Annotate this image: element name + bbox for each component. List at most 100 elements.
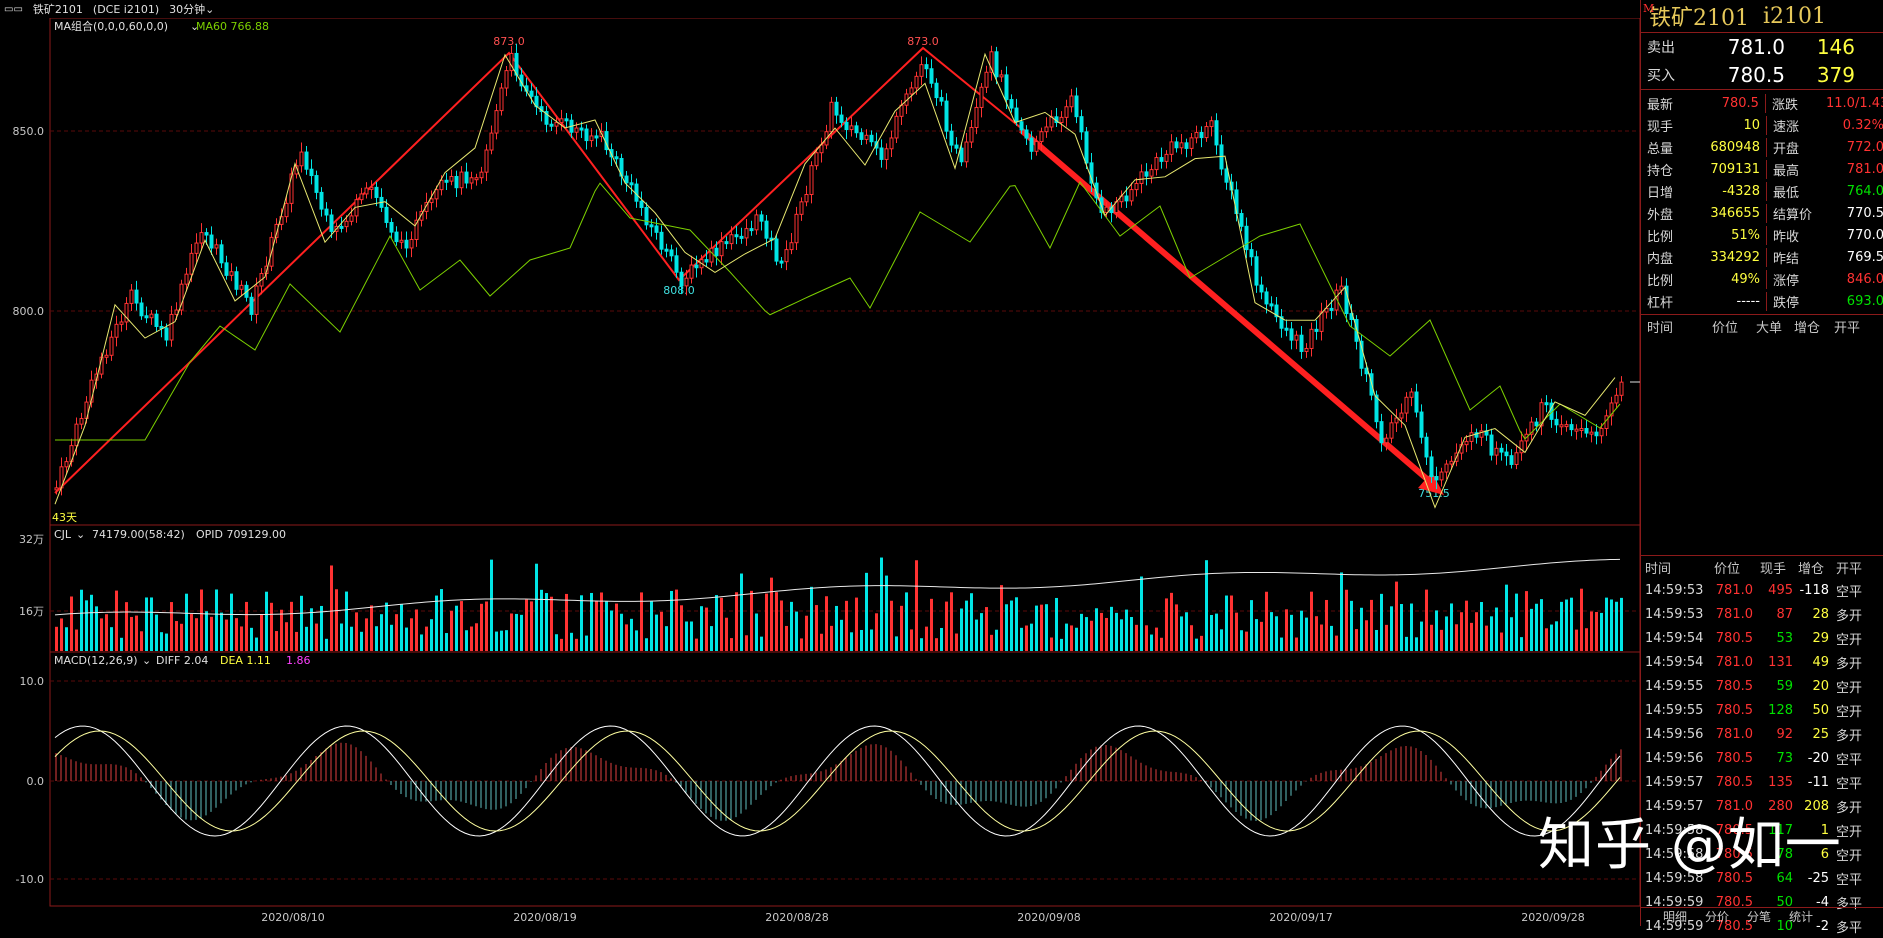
tick-row[interactable]: 14:59:53 781.0 87 28 多开 — [1641, 602, 1883, 626]
volume-bar — [700, 606, 703, 651]
candle — [939, 97, 944, 102]
tick-row[interactable]: 14:59:55 780.5 59 20 空开 — [1641, 674, 1883, 698]
volume-bar — [525, 599, 528, 651]
macd-chevron-icon[interactable]: ⌄ — [142, 654, 151, 667]
big-trade-list[interactable] — [1641, 337, 1883, 556]
candle — [219, 244, 224, 264]
candle — [1619, 381, 1624, 396]
tick-row[interactable]: 14:59:53 781.0 495 -118 空平 — [1641, 578, 1883, 602]
volume-bar — [450, 610, 453, 651]
tick-row[interactable]: 14:59:57 780.5 135 -11 空平 — [1641, 770, 1883, 794]
candle — [1509, 455, 1514, 465]
tab-price[interactable]: 分价 — [1705, 908, 1729, 926]
candle — [1294, 334, 1299, 341]
symbol-label[interactable]: 铁矿2101 — [33, 1, 83, 17]
candle — [794, 213, 799, 244]
volume-bar — [1260, 621, 1263, 651]
volume-bar — [1110, 606, 1113, 651]
stat-key: 比例 — [1647, 273, 1674, 289]
volume-bar — [960, 608, 963, 651]
period-selector[interactable]: 30分钟⌄ — [169, 1, 214, 17]
tick-row[interactable]: 14:59:54 780.5 53 29 空开 — [1641, 626, 1883, 650]
volume-bar — [1485, 625, 1488, 651]
volume-bar — [685, 621, 688, 651]
volume-bar — [1130, 616, 1133, 651]
volume-bar — [750, 590, 753, 651]
candle — [1209, 120, 1214, 128]
candle — [979, 86, 984, 108]
volume-bar — [810, 586, 813, 651]
ask-row[interactable]: 卖出 781.0 146 — [1641, 33, 1883, 61]
chart-area[interactable]: 850.0 800.0 32万 16万 10.0 0.0 -10.0 MA组合(… — [0, 17, 1641, 926]
volume-bar — [1425, 589, 1428, 651]
volume-bar — [350, 626, 353, 651]
candle — [194, 242, 199, 254]
cjl-label[interactable]: CJL — [54, 528, 72, 541]
volume-bar — [1170, 592, 1173, 651]
tab-detail[interactable]: 明细 — [1663, 908, 1687, 926]
volume-bar — [1095, 608, 1098, 651]
volume-bar — [1405, 636, 1408, 651]
quote-title[interactable]: M 铁矿2101 i2101 — [1641, 0, 1883, 33]
tick-row[interactable]: 14:59:54 781.0 131 49 多开 — [1641, 650, 1883, 674]
volume-bar — [175, 621, 178, 651]
candle — [684, 277, 689, 287]
candle — [1004, 74, 1009, 101]
stat-value2: 693.0 — [1846, 293, 1883, 309]
stat-key2: 最高 — [1765, 159, 1828, 179]
volume-bar — [155, 614, 158, 651]
volume-bar — [440, 589, 443, 651]
stat-value: 10 — [1743, 117, 1760, 133]
candle — [679, 271, 684, 287]
volume-bar — [395, 614, 398, 651]
tick-row[interactable]: 14:59:56 781.0 92 25 多开 — [1641, 722, 1883, 746]
volume-bar — [830, 625, 833, 651]
bid-row[interactable]: 买入 780.5 379 — [1641, 61, 1883, 89]
tick-list[interactable]: 14:59:53 781.0 495 -118 空平 14:59:53 781.0… — [1641, 578, 1883, 938]
candle — [829, 101, 834, 133]
volume-bar — [790, 601, 793, 651]
candle — [594, 135, 599, 139]
volume-bar — [1525, 591, 1528, 651]
candle — [374, 186, 379, 198]
tab-stat[interactable]: 统计 — [1789, 908, 1813, 926]
tick-row[interactable]: 14:59:55 780.5 128 50 空开 — [1641, 698, 1883, 722]
candle — [1034, 141, 1039, 152]
volume-bar — [760, 636, 763, 651]
stat-value: -4328 — [1722, 183, 1760, 199]
candle — [129, 289, 134, 304]
market-marker: M — [1643, 2, 1655, 15]
cjl-chevron-icon[interactable]: ⌄ — [76, 528, 85, 541]
candle — [869, 134, 874, 143]
tab-tick[interactable]: 分笔 — [1747, 908, 1771, 926]
quote-panel: M 铁矿2101 i2101 卖出 781.0 146 买入 780.5 379… — [1640, 0, 1883, 936]
volume-bar — [1195, 638, 1198, 651]
volume-bar — [195, 618, 198, 651]
candle — [709, 247, 714, 263]
candles-group — [54, 43, 1624, 496]
window-icon[interactable]: ▭▭ — [4, 4, 23, 15]
tick-type: 多开 — [1835, 608, 1862, 624]
stat-key: 外盘 — [1647, 207, 1674, 223]
volume-bar — [1580, 588, 1583, 651]
volume-bar — [965, 600, 968, 651]
volume-bar — [780, 600, 783, 651]
tick-row[interactable]: 14:59:56 780.5 73 -20 空平 — [1641, 746, 1883, 770]
volume-bar — [865, 572, 868, 651]
volume-bar — [755, 613, 758, 651]
candle — [564, 118, 569, 122]
tick-type: 空开 — [1835, 704, 1862, 720]
volume-bar — [650, 601, 653, 651]
charts-svg[interactable]: 850.0 800.0 32万 16万 10.0 0.0 -10.0 MA组合(… — [0, 17, 1641, 926]
volume-bar — [385, 602, 388, 651]
candle — [1419, 411, 1424, 438]
candle — [529, 90, 534, 97]
candle — [114, 323, 119, 338]
candle — [64, 461, 69, 468]
stat-value: 680948 — [1710, 139, 1760, 155]
candle — [1144, 171, 1149, 177]
ma-combo-label[interactable]: MA组合(0,0,0,60,0,0) — [54, 19, 168, 33]
candle — [254, 285, 259, 315]
volume-bar — [390, 624, 393, 651]
macd-label[interactable]: MACD(12,26,9) — [54, 654, 138, 667]
